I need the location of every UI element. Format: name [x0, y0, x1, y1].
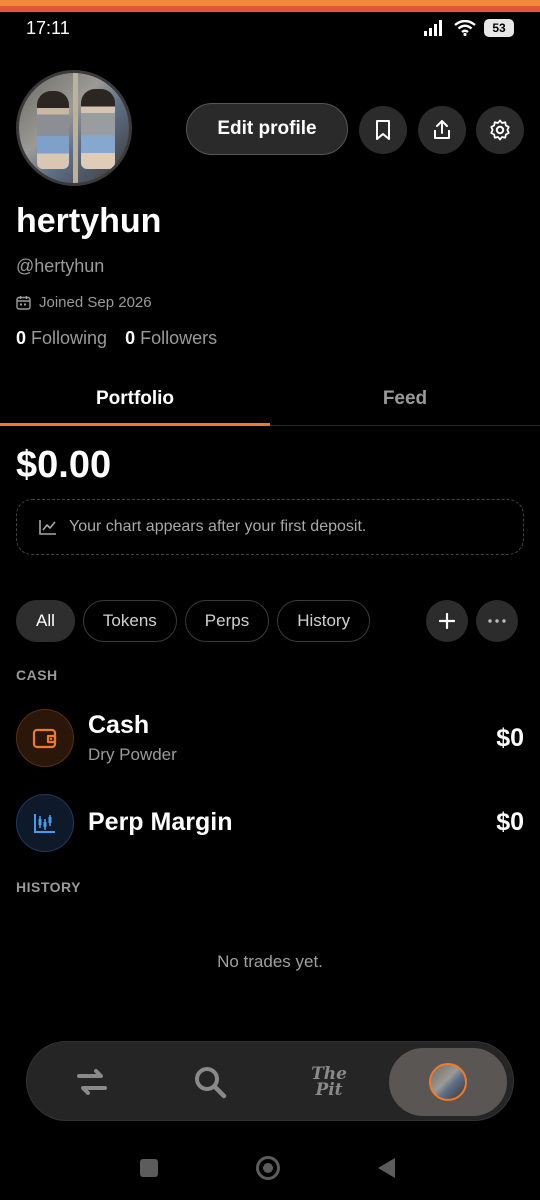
- more-button[interactable]: [476, 600, 518, 642]
- bookmark-button[interactable]: [359, 106, 407, 154]
- bookmark-icon: [376, 120, 390, 140]
- share-button[interactable]: [418, 106, 466, 154]
- back-button[interactable]: [378, 1158, 395, 1178]
- followers-label: Followers: [140, 328, 218, 348]
- edit-profile-button[interactable]: Edit profile: [186, 103, 348, 155]
- followers-link[interactable]: 0 Followers: [125, 328, 217, 349]
- asset-name: Cash: [88, 711, 150, 739]
- history-section-label: HISTORY: [16, 879, 81, 895]
- cash-section-label: CASH: [16, 667, 58, 683]
- line-chart-icon: [39, 520, 56, 535]
- nav-the-pit[interactable]: The Pit: [270, 1042, 388, 1122]
- nav-profile[interactable]: [389, 1048, 507, 1116]
- candlestick-icon: [34, 814, 55, 833]
- following-count: 0: [16, 328, 27, 348]
- chart-placeholder: Your chart appears after your first depo…: [16, 499, 524, 555]
- profile-avatar-small: [429, 1063, 467, 1101]
- asset-name: Perp Margin: [88, 808, 233, 836]
- profile-avatar[interactable]: [16, 70, 132, 186]
- user-handle: @hertyhun: [16, 256, 105, 276]
- settings-button[interactable]: [476, 106, 524, 154]
- battery-level: 53: [492, 21, 506, 35]
- calendar-icon: [16, 296, 31, 310]
- filter-tokens[interactable]: Tokens: [82, 600, 177, 642]
- share-icon: [434, 120, 450, 139]
- bottom-nav: The Pit: [26, 1041, 514, 1121]
- search-icon: [195, 1067, 227, 1099]
- recents-button[interactable]: [140, 1159, 158, 1177]
- status-time: 17:11: [26, 17, 70, 38]
- following-link[interactable]: 0 Following: [16, 328, 107, 349]
- chart-placeholder-text: Your chart appears after your first depo…: [69, 518, 367, 535]
- signal-icon: [424, 20, 442, 36]
- gear-icon: [490, 119, 510, 141]
- tab-portfolio[interactable]: Portfolio: [0, 372, 270, 426]
- plus-icon: [439, 613, 455, 629]
- joined-text: Joined Sep 2026: [39, 294, 152, 311]
- asset-value: $0: [496, 808, 524, 836]
- asset-icon-cash: [16, 709, 74, 767]
- display-name: hertyhun: [16, 202, 162, 240]
- the-pit-logo: The Pit: [311, 1066, 347, 1100]
- following-label: Following: [31, 328, 108, 348]
- system-nav-bar: [0, 1140, 540, 1196]
- history-empty-message: No trades yet.: [217, 952, 323, 971]
- asset-row-perp-margin[interactable]: Perp Margin $0: [16, 794, 524, 854]
- asset-filters: All Tokens Perps History: [16, 600, 371, 642]
- swap-icon: [77, 1069, 107, 1095]
- status-bar: 17:11 53: [0, 12, 540, 44]
- filter-history[interactable]: History: [277, 600, 371, 642]
- filter-perps[interactable]: Perps: [184, 600, 270, 642]
- add-button[interactable]: [426, 600, 468, 642]
- profile-tabs: Portfolio Feed: [0, 372, 540, 426]
- nav-search[interactable]: [151, 1042, 269, 1122]
- battery-indicator: 53: [484, 19, 514, 37]
- asset-value: $0: [496, 724, 524, 752]
- top-accent-stripe: [0, 0, 540, 12]
- followers-count: 0: [125, 328, 136, 348]
- joined-date: Joined Sep 2026: [16, 294, 152, 311]
- tab-feed[interactable]: Feed: [270, 372, 540, 425]
- more-icon: [488, 619, 506, 623]
- wifi-icon: [454, 20, 476, 36]
- nav-swap[interactable]: [33, 1042, 151, 1122]
- asset-subtitle: Dry Powder: [88, 745, 177, 764]
- wallet-icon: [32, 728, 57, 749]
- filter-all[interactable]: All: [16, 600, 75, 642]
- asset-icon-perp: [16, 794, 74, 852]
- portfolio-balance: $0.00: [16, 444, 112, 486]
- asset-row-cash[interactable]: Cash Dry Powder $0: [16, 709, 524, 769]
- pit-logo-line2: Pit: [315, 1080, 343, 1100]
